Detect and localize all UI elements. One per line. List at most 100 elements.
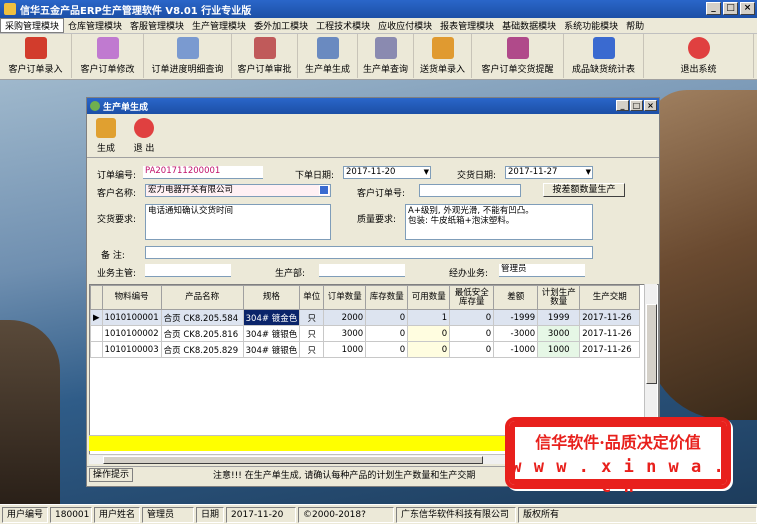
menu-warehouse[interactable]: 仓库管理模块: [64, 19, 126, 32]
table-row[interactable]: ▶ 1010100001 合页 CK8.205.584 304# 镀金色 只 2…: [90, 309, 641, 326]
col-stock-qty[interactable]: 库存数量: [365, 285, 409, 310]
cell-planned-qty[interactable]: 1000: [537, 341, 581, 358]
customer-field[interactable]: 宏力电器开关有限公司: [145, 184, 331, 197]
main-toolbar: 客户订单录入 客户订单修改 订单进度明细查询 客户订单审批 生产单生成 生产单查…: [0, 34, 757, 80]
cell-unit[interactable]: 只: [299, 341, 325, 358]
cell-material-no[interactable]: 1010100001: [101, 309, 162, 326]
cell-order-qty[interactable]: 2000: [323, 309, 367, 326]
toolbar-delivery-reminder[interactable]: 客户订单交货提醒: [472, 34, 564, 78]
remark-field[interactable]: [145, 246, 593, 259]
delivery-req-textarea[interactable]: 电话通知确认交货时间: [145, 204, 331, 240]
toolbar-production-generate[interactable]: 生产单生成: [298, 34, 358, 78]
quality-req-label: 质量要求:: [357, 215, 397, 225]
horizontal-scroll-thumb[interactable]: [103, 456, 483, 464]
menu-finance[interactable]: 应收应付模块: [374, 19, 436, 32]
power-icon: [687, 37, 710, 59]
menu-purchase[interactable]: 采购管理模块: [0, 18, 65, 33]
cell-material-no[interactable]: 1010100003: [101, 341, 162, 358]
maximize-button[interactable]: □: [723, 2, 738, 15]
exit-icon: [134, 118, 154, 138]
cell-planned-qty[interactable]: 3000: [537, 325, 581, 342]
close-button[interactable]: ×: [740, 2, 755, 15]
customer-po-field[interactable]: [419, 184, 521, 197]
cell-unit[interactable]: 只: [299, 325, 325, 342]
col-spec[interactable]: 规格: [242, 285, 301, 310]
cell-product-name[interactable]: 合页 CK8.205.816: [160, 325, 244, 342]
dept-field[interactable]: [319, 264, 405, 277]
handler-field[interactable]: 管理员: [499, 264, 585, 277]
col-planned-qty[interactable]: 计划生产数量: [537, 285, 581, 310]
cell-spec[interactable]: 304# 镀银色: [242, 341, 301, 358]
cell-difference[interactable]: -3000: [493, 325, 539, 342]
cell-available-qty[interactable]: 0: [407, 341, 451, 358]
col-difference[interactable]: 差额: [493, 285, 539, 310]
toolbar-production-query[interactable]: 生产单查询: [358, 34, 414, 78]
menu-production[interactable]: 生产管理模块: [188, 19, 250, 32]
exit-button[interactable]: 退 出: [125, 114, 163, 157]
manager-field[interactable]: [145, 264, 231, 277]
menu-customer-service[interactable]: 客服管理模块: [126, 19, 188, 32]
cell-stock-qty[interactable]: 0: [365, 341, 409, 358]
status-user-name: 管理员: [142, 506, 195, 523]
cell-production-due[interactable]: 2017-11-26: [579, 309, 641, 326]
table-row[interactable]: 1010100002 合页 CK8.205.816 304# 镀银色 只 300…: [90, 325, 641, 342]
col-order-qty[interactable]: 订单数量: [323, 285, 367, 310]
toolbar-order-approval[interactable]: 客户订单审批: [232, 34, 298, 78]
cell-order-qty[interactable]: 3000: [323, 325, 367, 342]
cell-safety-stock[interactable]: 0: [449, 325, 495, 342]
cell-stock-qty[interactable]: 0: [365, 325, 409, 342]
cell-unit[interactable]: 只: [299, 309, 325, 326]
generate-by-difference-button[interactable]: 按差额数量生产: [543, 183, 625, 197]
cell-available-qty[interactable]: 0: [407, 325, 451, 342]
menu-reports[interactable]: 报表管理模块: [436, 19, 498, 32]
col-safety-stock[interactable]: 最低安全库存量: [449, 285, 495, 310]
minimize-button[interactable]: _: [706, 2, 721, 15]
toolbar-order-progress[interactable]: 订单进度明细查询: [144, 34, 232, 78]
toolbar-order-edit[interactable]: 客户订单修改: [72, 34, 144, 78]
cell-difference[interactable]: -1000: [493, 341, 539, 358]
toolbar-order-entry[interactable]: 客户订单录入: [0, 34, 72, 78]
delivery-date-picker[interactable]: 2017-11-27: [505, 166, 593, 179]
quality-req-textarea[interactable]: A+级别, 外观光滑, 不能有凹凸。 包装: 牛皮纸箱+泡沫塑料。: [405, 204, 593, 240]
cell-production-due[interactable]: 2017-11-26: [579, 325, 641, 342]
menu-basic-data[interactable]: 基础数据模块: [498, 19, 560, 32]
cell-spec[interactable]: 304# 镀金色: [242, 309, 301, 326]
cell-available-qty[interactable]: 1: [407, 309, 451, 326]
cell-product-name[interactable]: 合页 CK8.205.829: [160, 341, 244, 358]
cell-safety-stock[interactable]: 0: [449, 341, 495, 358]
order-form: 订单编号: PA201711200001 下单日期: 2017-11-20 交货…: [87, 160, 661, 280]
cell-product-name[interactable]: 合页 CK8.205.584: [160, 309, 244, 326]
child-minimize-button[interactable]: _: [616, 100, 629, 111]
menu-bar: 采购管理模块 仓库管理模块 客服管理模块 生产管理模块 委外加工模块 工程技术模…: [0, 18, 757, 34]
col-unit[interactable]: 单位: [299, 285, 325, 310]
toolbar-delivery-entry[interactable]: 送货单录入: [414, 34, 472, 78]
cell-order-qty[interactable]: 1000: [323, 341, 367, 358]
cell-spec[interactable]: 304# 镀银色: [242, 325, 301, 342]
cell-difference[interactable]: -1999: [493, 309, 539, 326]
child-titlebar: 生产单生成 _ □ ×: [87, 98, 659, 114]
vertical-scroll-thumb[interactable]: [646, 304, 657, 384]
child-close-button[interactable]: ×: [644, 100, 657, 111]
cell-production-due[interactable]: 2017-11-26: [579, 341, 641, 358]
toolbar-exit[interactable]: 退出系统: [644, 34, 754, 78]
cell-material-no[interactable]: 1010100002: [101, 325, 162, 342]
order-date-picker[interactable]: 2017-11-20: [343, 166, 431, 179]
cell-stock-qty[interactable]: 0: [365, 309, 409, 326]
customer-lookup-button[interactable]: [319, 185, 329, 195]
menu-outsourcing[interactable]: 委外加工模块: [250, 19, 312, 32]
col-production-due[interactable]: 生产交期: [579, 285, 641, 310]
generate-button[interactable]: 生成: [87, 114, 125, 157]
menu-help[interactable]: 帮助: [622, 19, 648, 32]
menu-engineering[interactable]: 工程技术模块: [312, 19, 374, 32]
cell-safety-stock[interactable]: 0: [449, 309, 495, 326]
toolbar-shortage-report[interactable]: 成品缺货统计表: [564, 34, 644, 78]
drawing-icon: [374, 37, 397, 59]
child-maximize-button[interactable]: □: [630, 100, 643, 111]
col-available-qty[interactable]: 可用数量: [407, 285, 451, 310]
cell-planned-qty[interactable]: 1999: [537, 309, 581, 326]
order-no-field[interactable]: PA201711200001: [143, 166, 263, 179]
col-product-name[interactable]: 产品名称: [160, 285, 244, 310]
menu-system[interactable]: 系统功能模块: [560, 19, 622, 32]
table-row[interactable]: 1010100003 合页 CK8.205.829 304# 镀银色 只 100…: [90, 341, 641, 358]
col-material-no[interactable]: 物料编号: [101, 285, 162, 310]
